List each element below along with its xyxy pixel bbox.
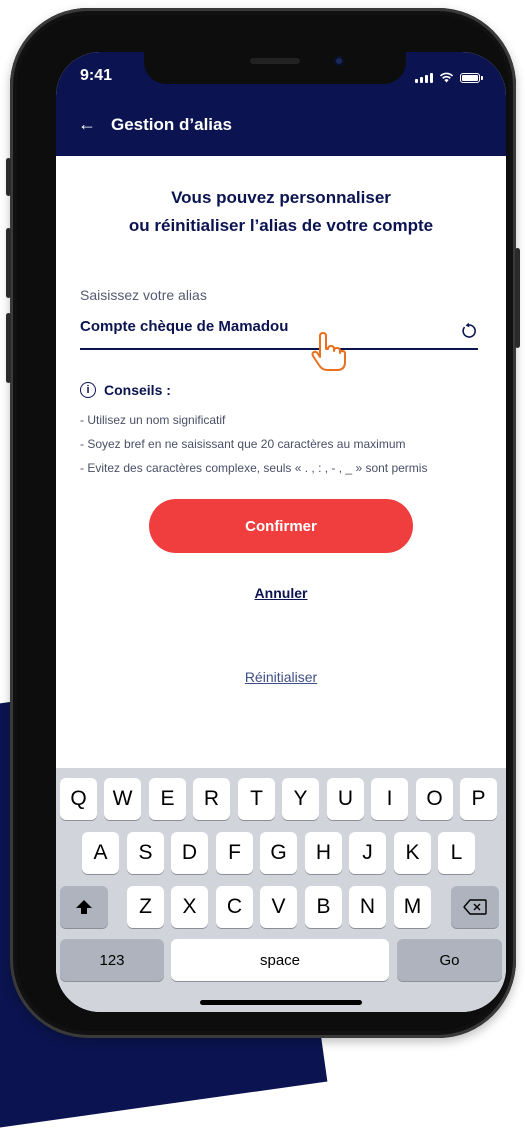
mute-switch: [6, 158, 11, 196]
key-f[interactable]: F: [216, 832, 253, 874]
key-o[interactable]: O: [416, 778, 453, 820]
key-i[interactable]: I: [371, 778, 408, 820]
key-e[interactable]: E: [149, 778, 186, 820]
phone-screen: 9:41 ← Gestion d’alias Vous pouvez perso…: [56, 52, 506, 1012]
notch: [144, 52, 406, 84]
hand-pointer-icon: [311, 332, 346, 371]
heading-line-2: ou réinitialiser l’alias de votre compte: [128, 216, 434, 235]
status-time: 9:41: [80, 67, 113, 84]
key-l[interactable]: L: [438, 832, 475, 874]
key-w[interactable]: W: [104, 778, 141, 820]
signal-icon: [415, 73, 433, 83]
backspace-icon: [463, 899, 487, 915]
tips-title: Conseils :: [104, 382, 171, 398]
volume-down-button: [6, 313, 11, 383]
status-icons: [415, 72, 483, 83]
key-t[interactable]: T: [238, 778, 275, 820]
tip-item: - Evitez des caractères complexe, seuls …: [80, 461, 428, 475]
tips-header: i Conseils :: [80, 382, 171, 398]
key-n[interactable]: N: [349, 886, 386, 928]
space-key[interactable]: space: [171, 939, 389, 981]
shift-arrow-icon: [76, 900, 92, 914]
key-x[interactable]: X: [171, 886, 208, 928]
camera: [334, 56, 344, 66]
alias-input[interactable]: Compte chèque de Mamadou: [80, 318, 288, 335]
key-h[interactable]: H: [305, 832, 342, 874]
keyboard: Q W E R T Y U I O P A S D F G H J K L Z …: [56, 768, 506, 1012]
shift-key[interactable]: [60, 886, 108, 928]
key-m[interactable]: M: [394, 886, 431, 928]
cancel-link[interactable]: Annuler: [56, 585, 506, 601]
reset-link[interactable]: Réinitialiser: [56, 669, 506, 685]
key-s[interactable]: S: [127, 832, 164, 874]
info-icon: i: [80, 382, 96, 398]
key-c[interactable]: C: [216, 886, 253, 928]
refresh-icon[interactable]: [460, 322, 478, 340]
home-indicator: [200, 1000, 362, 1005]
alias-input-underline: [80, 348, 478, 350]
numbers-key[interactable]: 123: [60, 939, 164, 981]
alias-field-label: Saisissez votre alias: [80, 287, 207, 303]
instruction-heading: Vous pouvez personnaliser ou réinitialis…: [76, 184, 486, 240]
volume-up-button: [6, 228, 11, 298]
page-title: Gestion d’alias: [111, 115, 232, 134]
tip-item: - Soyez bref en ne saisissant que 20 car…: [80, 437, 406, 451]
key-r[interactable]: R: [193, 778, 230, 820]
phone-frame: 9:41 ← Gestion d’alias Vous pouvez perso…: [6, 8, 520, 1038]
key-z[interactable]: Z: [127, 886, 164, 928]
key-u[interactable]: U: [327, 778, 364, 820]
key-a[interactable]: A: [82, 832, 119, 874]
heading-line-1: Vous pouvez personnaliser: [171, 188, 391, 207]
wifi-icon: [439, 72, 454, 83]
speaker: [250, 58, 300, 64]
power-button: [515, 248, 520, 348]
key-k[interactable]: K: [394, 832, 431, 874]
go-key[interactable]: Go: [397, 939, 502, 981]
tip-item: - Utilisez un nom significatif: [80, 413, 226, 427]
key-d[interactable]: D: [171, 832, 208, 874]
confirm-button[interactable]: Confirmer: [149, 499, 413, 553]
key-g[interactable]: G: [260, 832, 297, 874]
battery-icon: [460, 73, 483, 83]
key-p[interactable]: P: [460, 778, 497, 820]
delete-key[interactable]: [451, 886, 499, 928]
key-y[interactable]: Y: [282, 778, 319, 820]
back-arrow-icon[interactable]: ←: [78, 114, 96, 134]
key-b[interactable]: B: [305, 886, 342, 928]
key-v[interactable]: V: [260, 886, 297, 928]
key-q[interactable]: Q: [60, 778, 97, 820]
key-j[interactable]: J: [349, 832, 386, 874]
